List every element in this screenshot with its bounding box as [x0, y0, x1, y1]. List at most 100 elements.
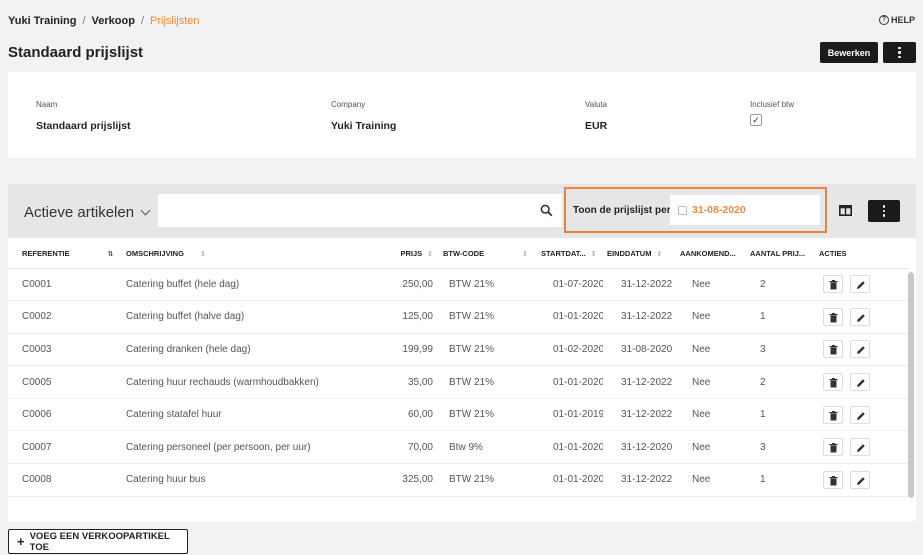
- cell-prijs: 250,00: [353, 268, 437, 302]
- column-header-referentie[interactable]: REFERENTIE ⇅: [8, 240, 118, 269]
- table-row[interactable]: C0001 Catering buffet (hele dag) 250,00 BTW…: [8, 268, 908, 302]
- currency-label: Valuta: [585, 100, 608, 109]
- name-label: Naam: [36, 100, 58, 109]
- cell-aankomend: Nee: [676, 300, 746, 334]
- pricelist-details-card: Naam Standaard prijslijst Company Yuki T…: [8, 72, 916, 158]
- cell-einddatum: 31-12-2020: [603, 430, 676, 465]
- cell-prijs: 325,00: [353, 463, 437, 497]
- breadcrumb-item-verkoop[interactable]: Verkoop: [92, 15, 135, 27]
- cell-btw-code: Btw 9%: [437, 430, 535, 465]
- table-row[interactable]: C0003 Catering dranken (hele dag) 199,99 BT…: [8, 333, 908, 367]
- vat-included-label: Inclusief btw: [750, 100, 795, 109]
- edit-row-button[interactable]: [850, 438, 870, 457]
- edit-row-button[interactable]: [850, 307, 870, 326]
- edit-row-button[interactable]: [850, 373, 870, 392]
- cell-acties: [815, 365, 908, 399]
- column-header-btw-code[interactable]: BTW-CODE ⇕: [437, 240, 535, 269]
- edit-row-button[interactable]: [850, 405, 870, 424]
- search-icon[interactable]: [540, 204, 553, 217]
- cell-startdatum: 01-01-2019: [535, 398, 603, 432]
- cell-omschrijving: Catering buffet (halve dag): [118, 300, 353, 334]
- company-value: Yuki Training: [331, 120, 397, 132]
- cell-aantal-prijzen: 3: [746, 333, 815, 367]
- edit-row-button[interactable]: [850, 470, 870, 489]
- more-vertical-icon: [882, 205, 886, 217]
- column-header-startdatum[interactable]: STARTDAT... ⇕: [535, 240, 603, 269]
- delete-button[interactable]: [823, 438, 843, 457]
- page-more-button[interactable]: [883, 42, 916, 63]
- column-header-acties: ACTIES: [815, 240, 908, 269]
- help-icon: ?: [878, 15, 889, 25]
- table-row[interactable]: C0006 Catering statafel huur 60,00 BTW 21% 0…: [8, 398, 908, 432]
- list-more-button[interactable]: [868, 200, 900, 222]
- breadcrumb-item-yuki-training[interactable]: Yuki Training: [8, 15, 76, 27]
- delete-button[interactable]: [823, 275, 843, 294]
- calendar-icon: [678, 206, 687, 215]
- search-input[interactable]: [158, 194, 518, 227]
- cell-startdatum: 01-01-2020: [535, 463, 603, 497]
- cell-btw-code: BTW 21%: [437, 268, 535, 302]
- list-title: Actieve artikelen: [24, 204, 135, 221]
- cell-prijs: 60,00: [353, 398, 437, 432]
- plus-icon: +: [17, 533, 25, 549]
- cell-einddatum: 31-12-2022: [603, 300, 676, 334]
- cell-aankomend: Nee: [676, 398, 746, 432]
- delete-button[interactable]: [823, 470, 843, 489]
- search-box: [158, 194, 562, 227]
- delete-button[interactable]: [823, 307, 843, 326]
- cell-omschrijving: Catering huur bus: [118, 463, 353, 497]
- column-header-prijs[interactable]: PRIJS ⇕: [353, 240, 437, 269]
- cell-referentie: C0002: [8, 300, 118, 334]
- cell-einddatum: 31-12-2022: [603, 398, 676, 432]
- cell-btw-code: BTW 21%: [437, 398, 535, 432]
- cell-startdatum: 01-01-2020: [535, 365, 603, 399]
- name-value: Standaard prijslijst: [36, 120, 131, 132]
- cell-acties: [815, 430, 908, 465]
- cell-einddatum: 31-12-2022: [603, 268, 676, 302]
- breadcrumb: Yuki Training / Verkoop / Prijslijsten: [8, 15, 200, 27]
- column-header-aankomend[interactable]: AANKOMEND...: [676, 240, 746, 269]
- cell-referentie: C0006: [8, 398, 118, 432]
- cell-aankomend: Nee: [676, 430, 746, 465]
- add-sales-item-button[interactable]: + VOEG EEN VERKOOPARTIKEL TOE: [8, 529, 188, 554]
- cell-btw-code: BTW 21%: [437, 365, 535, 399]
- date-value: 31-08-2020: [692, 204, 746, 216]
- cell-acties: [815, 300, 908, 334]
- cell-aantal-prijzen: 2: [746, 365, 815, 399]
- table-row[interactable]: C0002 Catering buffet (halve dag) 125,00 BT…: [8, 300, 908, 334]
- more-vertical-icon: [898, 46, 901, 59]
- help-link[interactable]: ? HELP: [878, 15, 915, 25]
- breadcrumb-item-prijslijsten[interactable]: Prijslijsten: [150, 15, 200, 27]
- column-layout-button[interactable]: [835, 201, 855, 219]
- delete-button[interactable]: [823, 373, 843, 392]
- edit-row-button[interactable]: [850, 275, 870, 294]
- table-scrollbar[interactable]: [908, 272, 914, 498]
- pricelist-date-filter: Toon de prijslijst per 31-08-2020: [564, 187, 827, 233]
- date-field[interactable]: 31-08-2020: [670, 195, 820, 225]
- cell-startdatum: 01-01-2020: [535, 300, 603, 334]
- currency-value: EUR: [585, 120, 608, 132]
- vat-included-checkbox: ✓: [750, 114, 762, 126]
- breadcrumb-separator: /: [82, 15, 86, 27]
- table-row[interactable]: C0008 Catering huur bus 325,00 BTW 21% 01-01…: [8, 463, 908, 497]
- cell-aankomend: Nee: [676, 268, 746, 302]
- table-row[interactable]: C0005 Catering huur rechauds (warmhoudbak…: [8, 365, 908, 399]
- cell-btw-code: BTW 21%: [437, 300, 535, 334]
- column-header-aantal-prijzen[interactable]: AANTAL PRIJ...: [746, 240, 815, 269]
- table-body: C0001 Catering buffet (hele dag) 250,00 BTW…: [8, 268, 908, 497]
- column-header-omschrijving[interactable]: OMSCHRIJVING ⇕: [118, 240, 353, 269]
- edit-row-button[interactable]: [850, 340, 870, 359]
- cell-referentie: C0007: [8, 430, 118, 465]
- cell-btw-code: BTW 21%: [437, 333, 535, 367]
- edit-button[interactable]: Bewerken: [820, 42, 878, 63]
- cell-omschrijving: Catering dranken (hele dag): [118, 333, 353, 367]
- table-row[interactable]: C0007 Catering personeel (per persoon, pe…: [8, 430, 908, 465]
- delete-button[interactable]: [823, 340, 843, 359]
- delete-button[interactable]: [823, 405, 843, 424]
- column-header-einddatum[interactable]: EINDDATUM ⇕: [603, 240, 676, 269]
- list-filter-dropdown[interactable]: Actieve artikelen: [24, 204, 151, 221]
- cell-prijs: 199,99: [353, 333, 437, 367]
- cell-referentie: C0005: [8, 365, 118, 399]
- cell-omschrijving: Catering huur rechauds (warmhoudbakken): [118, 365, 353, 399]
- chevron-down-icon: [140, 205, 151, 216]
